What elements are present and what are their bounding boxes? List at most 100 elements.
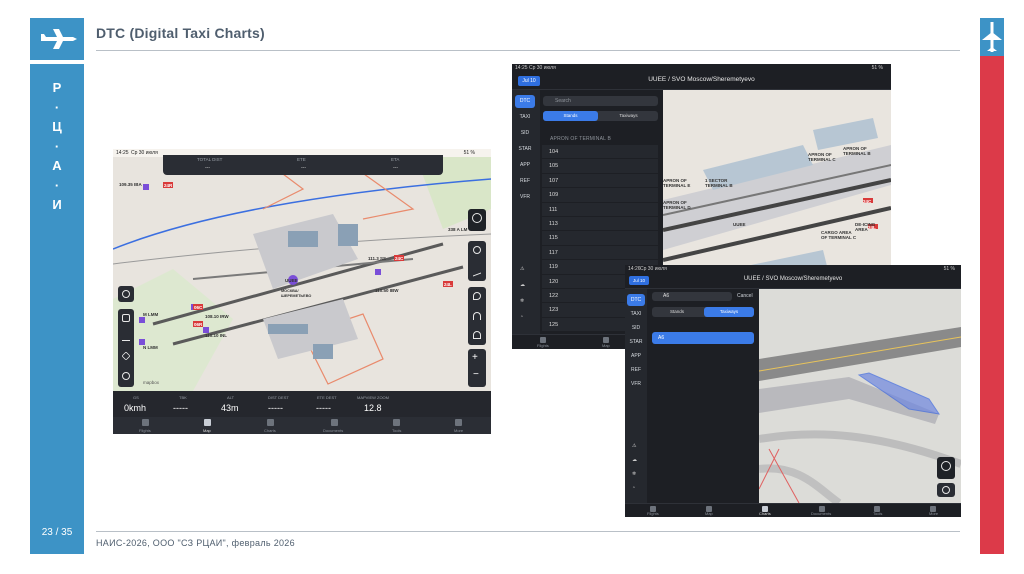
rss-icon[interactable]: ◔ bbox=[520, 314, 523, 320]
route-info-panel: TOTAL DIST ETE ETA --- --- --- bbox=[163, 155, 443, 175]
map-label: UUEE bbox=[733, 222, 746, 227]
info-label: ETA bbox=[391, 157, 400, 162]
footer-text: НАИС-2026, ООО "СЗ РЦАИ", февраль 2026 bbox=[96, 538, 295, 548]
flight-value: 12.8 bbox=[364, 403, 382, 413]
section-header: APRON OF TERMINAL B bbox=[550, 136, 612, 142]
list-item[interactable]: 117 bbox=[542, 245, 658, 261]
warning-icon[interactable]: ⚠ bbox=[520, 266, 524, 272]
cancel-button[interactable]: Cancel bbox=[737, 293, 753, 299]
header: UUEE / SVO Moscow/Sheremetyevo Jul 10 bbox=[625, 273, 961, 289]
sun-button[interactable] bbox=[118, 286, 134, 302]
layers-icon[interactable] bbox=[121, 351, 131, 361]
search-result-item[interactable]: A6 bbox=[652, 332, 754, 344]
cloud-icon[interactable]: ☁ bbox=[632, 457, 637, 463]
location-pin-icon[interactable] bbox=[473, 292, 481, 300]
list-item[interactable]: 115 bbox=[542, 231, 658, 246]
map-icon[interactable] bbox=[122, 314, 130, 322]
compass-icon bbox=[941, 461, 951, 471]
flight-value: ----- bbox=[316, 403, 331, 413]
rail-item-taxi[interactable]: TAXI bbox=[627, 311, 645, 317]
flight-value: ----- bbox=[173, 403, 188, 413]
date-button[interactable]: Jul 10 bbox=[518, 76, 540, 86]
gauge-icon[interactable] bbox=[473, 312, 481, 320]
nav-label: 110.50 IBW bbox=[375, 288, 399, 293]
rail-item-dtc[interactable]: DTC bbox=[627, 294, 645, 306]
status-battery: 51 % bbox=[871, 65, 883, 71]
warning-icon[interactable]: ⚠ bbox=[632, 443, 636, 449]
rail-item-sid[interactable]: SID bbox=[515, 130, 535, 136]
gear-icon[interactable] bbox=[122, 372, 130, 380]
nav-label: 338 A LM bbox=[448, 227, 468, 232]
rail-item-dtc[interactable]: DTC bbox=[515, 95, 535, 108]
zoom-out-icon[interactable]: − bbox=[473, 369, 479, 380]
dtc-taxiways-screenshot: 14:26 Ср 30 июля 51 % UUEE / SVO Moscow/… bbox=[625, 265, 961, 517]
date-button[interactable]: Jul 10 bbox=[629, 276, 649, 285]
status-date: Ср 30 июля bbox=[131, 150, 158, 156]
rss-icon[interactable]: ◔ bbox=[632, 485, 635, 491]
search-input[interactable]: Search bbox=[543, 96, 658, 106]
cloud-icon[interactable]: ☁ bbox=[520, 282, 525, 288]
list-item[interactable]: 105 bbox=[542, 159, 658, 174]
divider-top bbox=[96, 50, 960, 51]
rail-item-ref[interactable]: REF bbox=[515, 178, 535, 184]
flight-label: GS bbox=[133, 395, 139, 400]
rail-item-star[interactable]: STAR bbox=[515, 146, 535, 152]
list-item[interactable]: 109 bbox=[542, 188, 658, 203]
page-number: 23 / 35 bbox=[41, 527, 73, 538]
compass-widget[interactable] bbox=[468, 209, 486, 231]
rail-item-vfr[interactable]: VFR bbox=[627, 381, 645, 387]
runway-label: 24L bbox=[868, 225, 876, 230]
crosshair-icon[interactable] bbox=[473, 246, 481, 254]
info-label: ETE bbox=[297, 157, 306, 162]
zoom-in-icon[interactable]: + bbox=[472, 352, 478, 363]
rail-item-vfr[interactable]: VFR bbox=[515, 194, 535, 200]
header-title: UUEE / SVO Moscow/Sheremetyevo bbox=[743, 276, 843, 282]
flight-label: ETE DEST bbox=[317, 395, 337, 400]
rail-item-ref[interactable]: REF bbox=[627, 367, 645, 373]
map-label: 1 SECTOR TERMINAL B bbox=[705, 178, 733, 188]
taxiway-chart[interactable] bbox=[759, 289, 961, 503]
nav-label: 108.10 IRW bbox=[205, 314, 229, 319]
right-logo bbox=[980, 18, 1004, 56]
terrain-icon[interactable] bbox=[122, 333, 130, 341]
chart-line-icon[interactable] bbox=[473, 265, 481, 277]
compass-widget[interactable] bbox=[937, 457, 955, 479]
snowflake-icon[interactable]: ❄ bbox=[520, 298, 524, 304]
runway-label: 24C bbox=[395, 256, 404, 261]
runway-label: 24C bbox=[863, 199, 872, 204]
zoom-controls: + − bbox=[468, 349, 486, 387]
segment-control: Stands Taxiways bbox=[652, 307, 754, 317]
rail-item-app[interactable]: APP bbox=[515, 162, 535, 168]
list-item[interactable]: 107 bbox=[542, 173, 658, 189]
map-label: APRON OF TERMINAL B bbox=[843, 146, 871, 156]
search-input[interactable]: A6 bbox=[652, 292, 732, 301]
list-item[interactable]: 104 bbox=[542, 145, 658, 160]
segment-control: Stands Taxiways bbox=[543, 111, 658, 121]
runway-label: 06C bbox=[194, 305, 203, 310]
rail-item-star[interactable]: STAR bbox=[627, 339, 645, 345]
headphones-icon[interactable] bbox=[473, 331, 481, 339]
status-time: 14:25 bbox=[116, 150, 129, 156]
airport-name-label: МОСКВА/ ШЕРЕМЕТЬЕВО bbox=[281, 289, 312, 298]
status-date: Ср 30 июля bbox=[640, 266, 667, 272]
snowflake-icon[interactable]: ❄ bbox=[632, 471, 636, 477]
segment-stands[interactable]: Stands bbox=[652, 307, 702, 317]
segment-taxiways[interactable]: Taxiways bbox=[704, 307, 754, 317]
rail-item-app[interactable]: APP bbox=[627, 353, 645, 359]
flight-value: 0kmh bbox=[124, 403, 147, 413]
recenter-button[interactable] bbox=[937, 483, 955, 497]
tab-bar: Flights Map Charts Documents Tools More bbox=[625, 503, 961, 517]
nav-label: 110.10 INL bbox=[205, 333, 228, 338]
segment-stands[interactable]: Stands bbox=[543, 111, 598, 121]
page-title: DTC (Digital Taxi Charts) bbox=[96, 25, 265, 41]
status-bar: 14:26 Ср 30 июля 51 % bbox=[625, 265, 961, 273]
list-item[interactable]: 113 bbox=[542, 216, 658, 232]
rail-item-sid[interactable]: SID bbox=[627, 325, 645, 331]
mapbox-logo: mapbox bbox=[143, 380, 160, 385]
rail-item-taxi[interactable]: TAXI bbox=[515, 114, 535, 120]
map-label: 109.35 IBA bbox=[119, 182, 142, 187]
category-rail: DTC TAXI SID STAR APP REF VFR ⚠ ☁ ❄ ◔ bbox=[625, 289, 647, 503]
divider-bottom bbox=[96, 531, 960, 532]
list-item[interactable]: 111 bbox=[542, 202, 658, 217]
segment-taxiways[interactable]: Taxiways bbox=[601, 111, 656, 121]
